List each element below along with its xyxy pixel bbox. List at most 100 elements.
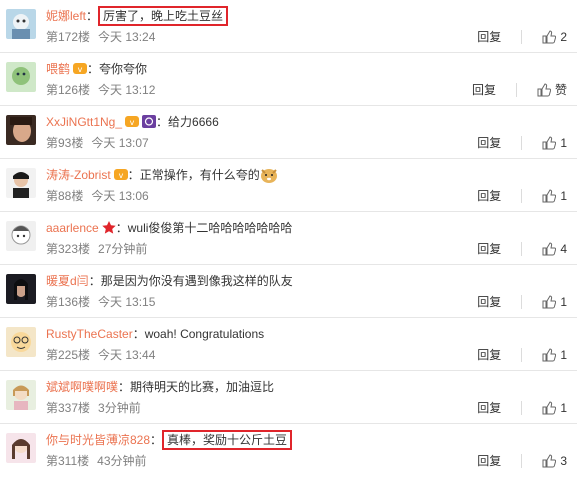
like-count: 1 (560, 295, 567, 309)
thumbs-up-icon (542, 189, 557, 203)
avatar[interactable] (6, 380, 36, 410)
svg-text:v: v (118, 171, 123, 180)
comment-text: 厉害了，晚上吃土豆丝 (98, 6, 229, 26)
avatar[interactable] (6, 168, 36, 198)
avatar[interactable] (6, 221, 36, 251)
avatar[interactable] (6, 115, 36, 145)
timestamp: 27分钟前 (98, 242, 148, 256)
thumbs-up-icon (542, 454, 557, 468)
avatar[interactable] (6, 327, 36, 357)
avatar[interactable] (6, 274, 36, 304)
floor-number: 第172楼 (46, 30, 91, 44)
timestamp: 今天 13:12 (98, 83, 156, 97)
reply-button[interactable]: 回复 (477, 348, 501, 362)
like-count: 1 (560, 401, 567, 415)
comment-text: 真棒，奖励十公斤土豆 (162, 430, 293, 450)
floor-number: 第337楼 (46, 401, 91, 415)
like-count: 赞 (554, 83, 567, 97)
timestamp: 今天 13:06 (91, 189, 149, 203)
username[interactable]: 你与时光皆薄凉828 (46, 433, 150, 447)
avatar[interactable] (6, 62, 36, 92)
timestamp: 43分钟前 (97, 454, 147, 468)
like-count: 2 (560, 30, 567, 44)
comment-text: woah! Congratulations (144, 327, 265, 341)
comment-row: 你与时光皆薄凉828： 真棒，奖励十公斤土豆 第311楼 43分钟前 回复 3 (0, 424, 577, 479)
like-button[interactable]: 1 (542, 345, 567, 365)
username[interactable]: 斌斌啊噗啊噗 (46, 380, 118, 394)
avatar[interactable] (6, 9, 36, 39)
reply-button[interactable]: 回复 (477, 189, 501, 203)
like-button[interactable]: 3 (542, 451, 567, 471)
comment-row: 妮娜left： 厉害了，晚上吃土豆丝 第172楼 今天 13:24 回复 2 (0, 0, 577, 53)
comment-row: 斌斌啊噗啊噗：期待明天的比赛，加油逗比 第337楼 3分钟前 回复 1 (0, 371, 577, 424)
vip-badge-icon: v (125, 116, 140, 127)
username[interactable]: aaarlence (46, 221, 99, 235)
like-count: 1 (560, 348, 567, 362)
thumbs-up-icon (542, 401, 557, 415)
username[interactable]: 妮娜left (46, 9, 86, 23)
comment-text: 期待明天的比赛，加油逗比 (130, 380, 275, 394)
comment-text: wuli俊俊第十二哈哈哈哈哈哈哈 (127, 221, 293, 235)
reply-button[interactable]: 回复 (477, 454, 501, 468)
floor-number: 第323楼 (46, 242, 91, 256)
reply-button[interactable]: 回复 (477, 136, 501, 150)
like-count: 1 (560, 136, 567, 150)
comment-row: 喂鹤 v ：夸你夸你 第126楼 今天 13:12 回复赞 (0, 53, 577, 106)
reply-button[interactable]: 回复 (477, 242, 501, 256)
vip-badge-icon: v (113, 169, 128, 180)
like-button[interactable]: 2 (542, 27, 567, 47)
like-button[interactable]: 1 (542, 133, 567, 153)
floor-number: 第93楼 (46, 136, 84, 150)
thumbs-up-icon (542, 136, 557, 150)
comment-row: 暖夏d闫：那是因为你没有遇到像我这样的队友 第136楼 今天 13:15 回复 1 (0, 265, 577, 318)
username[interactable]: 涛涛-Zobrist (46, 168, 111, 182)
reply-button[interactable]: 回复 (472, 83, 496, 97)
like-button[interactable]: 4 (542, 239, 567, 259)
like-button[interactable]: 赞 (537, 80, 567, 100)
like-button[interactable]: 1 (542, 398, 567, 418)
comment-text: 给力6666 (168, 115, 219, 129)
star-badge-icon (102, 221, 116, 234)
like-count: 3 (560, 454, 567, 468)
timestamp: 今天 13:24 (98, 30, 156, 44)
comment-text: 那是因为你没有遇到像我这样的队友 (100, 274, 293, 288)
comment-row: XxJiNGtt1Ng_ v ：给力6666 第93楼 今天 13:07 回复 1 (0, 106, 577, 159)
username[interactable]: 暖夏d闫 (46, 274, 89, 288)
timestamp: 3分钟前 (98, 401, 141, 415)
floor-number: 第136楼 (46, 295, 91, 309)
timestamp: 今天 13:15 (98, 295, 156, 309)
member-badge-icon (142, 115, 157, 128)
reply-button[interactable]: 回复 (477, 401, 501, 415)
floor-number: 第126楼 (46, 83, 91, 97)
thumbs-up-icon (542, 30, 557, 44)
svg-text:v: v (130, 118, 135, 127)
timestamp: 今天 13:07 (91, 136, 149, 150)
username[interactable]: RustyTheCaster (46, 327, 133, 341)
comment-row: aaarlence ：wuli俊俊第十二哈哈哈哈哈哈哈 第323楼 27分钟前 回复… (0, 212, 577, 265)
like-count: 1 (560, 189, 567, 203)
like-button[interactable]: 1 (542, 292, 567, 312)
thumbs-up-icon (542, 348, 557, 362)
like-button[interactable]: 1 (542, 186, 567, 206)
username[interactable]: 喂鹤 (46, 62, 70, 76)
thumbs-up-icon (542, 242, 557, 256)
like-count: 4 (560, 242, 567, 256)
thumbs-up-icon (542, 295, 557, 309)
comment-text: 夸你夸你 (99, 62, 148, 76)
vip-badge-icon: v (73, 63, 88, 74)
comment-row: RustyTheCaster：woah! Congratulations 第22… (0, 318, 577, 371)
comment-text: 正常操作，有什么夸的 (139, 168, 260, 182)
floor-number: 第311楼 (46, 454, 90, 468)
comment-list: 妮娜left： 厉害了，晚上吃土豆丝 第172楼 今天 13:24 回复 2 喂鹤 v：… (0, 0, 577, 479)
username[interactable]: XxJiNGtt1Ng_ (46, 115, 122, 129)
thumbs-up-icon (537, 83, 552, 97)
svg-text:v: v (78, 65, 83, 74)
timestamp: 今天 13:44 (98, 348, 156, 362)
reply-button[interactable]: 回复 (477, 30, 501, 44)
floor-number: 第88楼 (46, 189, 84, 203)
avatar[interactable] (6, 433, 36, 463)
reply-button[interactable]: 回复 (477, 295, 501, 309)
doge-emoji-icon (260, 169, 277, 183)
floor-number: 第225楼 (46, 348, 91, 362)
comment-row: 涛涛-Zobrist v ：正常操作，有什么夸的 第88楼 今天 13:06 回复 1 (0, 159, 577, 212)
